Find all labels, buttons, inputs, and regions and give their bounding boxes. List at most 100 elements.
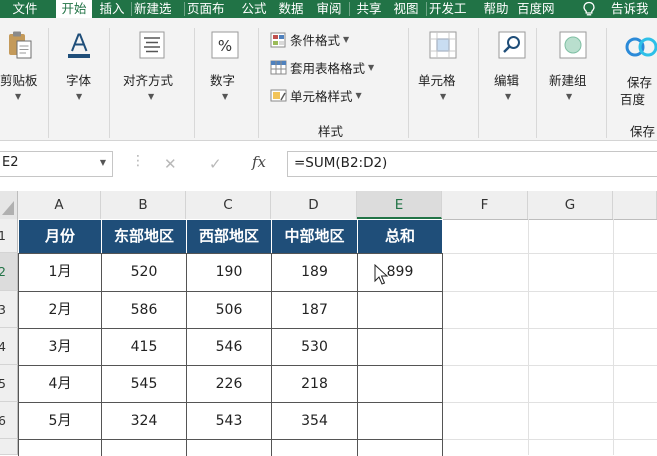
table-cell[interactable]: 3月 <box>18 328 102 366</box>
baidu-cloud-save-icon[interactable] <box>624 33 657 61</box>
header-cell-east[interactable]: 东部地区 <box>101 219 187 254</box>
table-cell[interactable]: 586 <box>101 291 187 329</box>
new-group-icon[interactable] <box>558 30 588 60</box>
table-cell[interactable] <box>101 439 187 456</box>
alignment-chevron-down-icon[interactable]: ▼ <box>148 92 154 101</box>
select-all-corner[interactable] <box>0 191 18 219</box>
table-cell[interactable] <box>357 328 443 366</box>
clipboard-chevron-down-icon[interactable]: ▼ <box>15 92 21 101</box>
align-center-icon[interactable] <box>138 30 166 60</box>
new-group-chevron-down-icon[interactable]: ▼ <box>566 92 572 101</box>
table-cell[interactable]: 545 <box>101 365 187 403</box>
search-icon[interactable] <box>497 30 527 60</box>
table-cell[interactable]: 546 <box>186 328 272 366</box>
column-header-b[interactable]: B <box>101 191 186 219</box>
tab-baidu-netdisk[interactable]: 百度网 <box>517 0 567 18</box>
insert-function-button[interactable]: fx <box>252 153 266 171</box>
table-cell[interactable]: 1月 <box>18 253 102 292</box>
table-cell[interactable] <box>357 402 443 440</box>
save-to-baidu-label-line2[interactable]: 百度 <box>620 89 645 108</box>
new-group-label[interactable]: 新建组 <box>549 70 587 89</box>
row-header-7[interactable] <box>0 439 18 455</box>
row-header-1[interactable]: 1 <box>0 219 18 253</box>
tab-share[interactable]: 共享 <box>352 0 386 18</box>
table-cell[interactable]: 189 <box>271 253 358 292</box>
table-cell[interactable]: 354 <box>271 402 358 440</box>
column-header-f[interactable]: F <box>442 191 528 219</box>
tab-page-layout[interactable]: 页面布 <box>187 0 235 18</box>
tab-developer[interactable]: 开发工 <box>429 0 475 18</box>
table-cell[interactable]: 5月 <box>18 402 102 440</box>
name-box-chevron-down-icon[interactable]: ▼ <box>100 158 106 167</box>
formula-input[interactable]: =SUM(B2:D2) <box>287 151 657 177</box>
cells-group-label[interactable]: 单元格 <box>418 70 456 89</box>
header-cell-total[interactable]: 总和 <box>357 219 443 254</box>
editing-group-label[interactable]: 编辑 <box>494 70 519 89</box>
row-header-6[interactable]: 6 <box>0 402 18 439</box>
alignment-group-label[interactable]: 对齐方式 <box>123 70 173 89</box>
cells-icon[interactable] <box>428 30 458 60</box>
format-as-table-button[interactable]: 套用表格格式 ▼ <box>270 58 374 78</box>
font-group-label[interactable]: 字体 <box>66 70 91 89</box>
row-header-2[interactable]: 2 <box>0 253 18 291</box>
table-cell[interactable]: 530 <box>271 328 358 366</box>
tell-me-search[interactable]: 告诉我 <box>611 0 657 18</box>
table-cell-total-selected[interactable]: 899 <box>357 253 443 292</box>
table-cell[interactable] <box>271 439 358 456</box>
table-cell[interactable]: 415 <box>101 328 187 366</box>
number-chevron-down-icon[interactable]: ▼ <box>222 92 228 101</box>
table-cell[interactable]: 187 <box>271 291 358 329</box>
row-header-4[interactable]: 4 <box>0 328 18 365</box>
header-cell-west[interactable]: 西部地区 <box>186 219 272 254</box>
font-color-icon[interactable] <box>64 30 94 60</box>
table-cell[interactable] <box>357 365 443 403</box>
formula-bar: E2 ▼ ⋮ ✕ ✓ fx =SUM(B2:D2) <box>0 141 657 187</box>
tab-data[interactable]: 数据 <box>274 0 308 18</box>
formula-text: =SUM(B2:D2) <box>294 155 388 171</box>
table-cell[interactable]: 4月 <box>18 365 102 403</box>
table-cell[interactable]: 218 <box>271 365 358 403</box>
enter-formula-icon[interactable]: ✓ <box>209 155 222 173</box>
font-chevron-down-icon[interactable]: ▼ <box>76 92 82 101</box>
column-header-d[interactable]: D <box>271 191 357 219</box>
table-cell[interactable]: 190 <box>186 253 272 292</box>
tab-file[interactable]: 文件 <box>0 0 50 18</box>
tab-review[interactable]: 审阅 <box>311 0 347 18</box>
cells-chevron-down-icon[interactable]: ▼ <box>440 92 446 101</box>
header-cell-month[interactable]: 月份 <box>18 219 102 254</box>
tab-formulas[interactable]: 公式 <box>237 0 271 18</box>
editing-chevron-down-icon[interactable]: ▼ <box>505 92 511 101</box>
table-cell[interactable] <box>357 291 443 329</box>
number-group-label[interactable]: 数字 <box>210 70 235 89</box>
tab-view[interactable]: 视图 <box>389 0 423 18</box>
tab-insert[interactable]: 插入 <box>96 0 128 18</box>
table-cell[interactable]: 324 <box>101 402 187 440</box>
table-cell[interactable]: 520 <box>101 253 187 292</box>
table-cell[interactable] <box>357 439 443 456</box>
tab-home[interactable]: 开始 <box>56 0 92 18</box>
percent-format-icon[interactable]: % <box>210 30 240 60</box>
cell-styles-button[interactable]: 单元格样式 ▼ <box>270 86 362 106</box>
table-cell[interactable] <box>18 439 102 456</box>
table-cell[interactable]: 543 <box>186 402 272 440</box>
paste-icon[interactable] <box>6 30 34 60</box>
table-cell[interactable]: 506 <box>186 291 272 329</box>
row-header-3[interactable]: 3 <box>0 291 18 328</box>
column-header-h[interactable] <box>613 191 657 219</box>
tab-new-selection[interactable]: 新建选 <box>134 0 182 18</box>
table-cell[interactable]: 226 <box>186 365 272 403</box>
column-header-a[interactable]: A <box>18 191 101 219</box>
cancel-formula-icon[interactable]: ✕ <box>164 155 177 173</box>
lightbulb-icon[interactable] <box>580 1 598 17</box>
column-header-e[interactable]: E <box>357 191 442 219</box>
column-header-g[interactable]: G <box>528 191 613 219</box>
row-header-5[interactable]: 5 <box>0 365 18 402</box>
table-cell[interactable] <box>186 439 272 456</box>
column-header-c[interactable]: C <box>186 191 271 219</box>
name-box[interactable]: E2 ▼ <box>0 151 113 177</box>
table-cell[interactable]: 2月 <box>18 291 102 329</box>
conditional-formatting-button[interactable]: 条件格式 ▼ <box>270 30 349 50</box>
header-cell-central[interactable]: 中部地区 <box>271 219 358 254</box>
tab-help[interactable]: 帮助 <box>479 0 513 18</box>
clipboard-group-label[interactable]: 剪贴板 <box>0 70 38 89</box>
